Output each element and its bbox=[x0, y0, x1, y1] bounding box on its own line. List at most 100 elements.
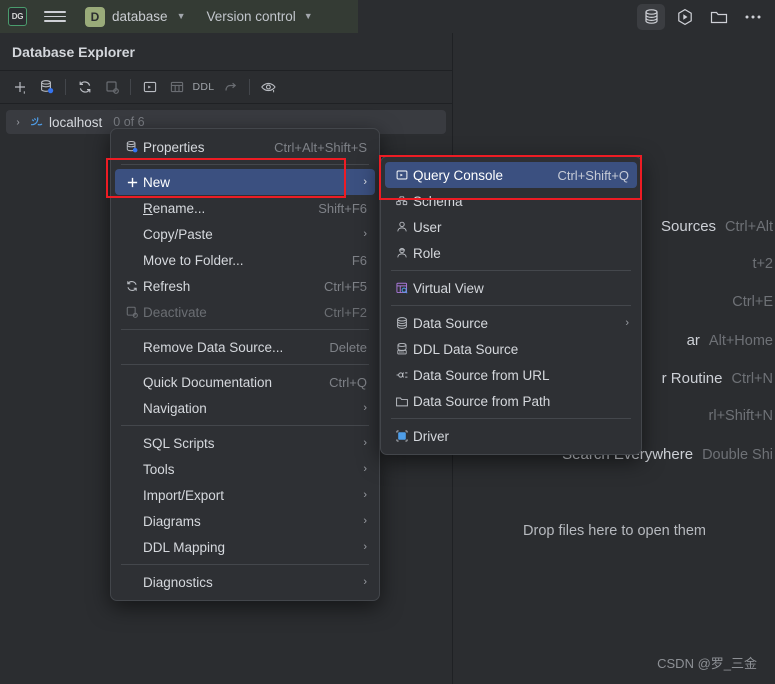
app-window: DG D database ▼ Version control ▼ Source… bbox=[0, 0, 775, 684]
submenu-item-virtual-view[interactable]: Virtual View bbox=[385, 275, 637, 301]
query-console-icon bbox=[391, 168, 413, 182]
menu-separator bbox=[121, 364, 369, 365]
menu-item-import-export[interactable]: Import/Export › bbox=[115, 482, 375, 508]
chevron-right-icon: › bbox=[363, 541, 367, 553]
submenu-item-label: Schema bbox=[413, 193, 463, 209]
chevron-right-icon: › bbox=[363, 228, 367, 240]
refresh-icon bbox=[121, 279, 143, 293]
submenu-item-data-source[interactable]: Data Source › bbox=[385, 310, 637, 336]
hamburger-icon[interactable] bbox=[44, 6, 66, 28]
folder-icon[interactable] bbox=[705, 4, 733, 30]
title-bar-right-group bbox=[637, 0, 767, 33]
toolbar-separator bbox=[65, 79, 66, 95]
chevron-right-icon: › bbox=[363, 176, 367, 188]
driver-icon bbox=[391, 429, 413, 443]
menu-item-shortcut: Delete bbox=[329, 339, 367, 355]
menu-item-label: Properties bbox=[143, 139, 205, 155]
menu-item-move-to-folder[interactable]: Move to Folder... F6 bbox=[115, 247, 375, 273]
chevron-down-icon: ▼ bbox=[303, 11, 313, 21]
mysql-dolphin-icon bbox=[29, 115, 44, 130]
url-icon bbox=[391, 368, 413, 382]
new-submenu: Query Console Ctrl+Shift+Q Schema User R… bbox=[380, 156, 642, 455]
run-icon[interactable] bbox=[671, 4, 699, 30]
submenu-item-user[interactable]: User bbox=[385, 214, 637, 240]
submenu-item-label: Data Source from URL bbox=[413, 367, 550, 383]
project-name-label: database bbox=[112, 9, 168, 24]
menu-item-ddl-mapping[interactable]: DDL Mapping › bbox=[115, 534, 375, 560]
submenu-item-shortcut: Ctrl+Shift+Q bbox=[557, 167, 629, 183]
menu-item-navigation[interactable]: Navigation › bbox=[115, 395, 375, 421]
refresh-icon[interactable] bbox=[71, 74, 98, 100]
menu-item-new[interactable]: New › bbox=[115, 169, 375, 195]
submenu-item-driver[interactable]: Driver bbox=[385, 423, 637, 449]
hint-action-label: r Routine bbox=[661, 370, 723, 387]
menu-separator bbox=[121, 164, 369, 165]
menu-item-label: New bbox=[143, 174, 171, 190]
menu-separator bbox=[121, 425, 369, 426]
title-bar: DG D database ▼ Version control ▼ bbox=[0, 0, 775, 33]
menu-item-sql-scripts[interactable]: SQL Scripts › bbox=[115, 430, 375, 456]
folder-icon bbox=[391, 395, 413, 408]
database-explorer-toolbar: DDL bbox=[0, 71, 452, 104]
submenu-item-ddl-data-source[interactable]: DDL DDL Data Source bbox=[385, 336, 637, 362]
user-icon bbox=[391, 220, 413, 234]
menu-item-properties[interactable]: Properties Ctrl+Alt+Shift+S bbox=[115, 134, 375, 160]
add-icon[interactable] bbox=[6, 74, 33, 100]
menu-item-label: Remove Data Source... bbox=[143, 339, 284, 355]
submenu-item-schema[interactable]: Schema bbox=[385, 188, 637, 214]
submenu-item-role[interactable]: Role bbox=[385, 240, 637, 266]
data-source-properties-icon[interactable] bbox=[33, 74, 60, 100]
menu-item-rename[interactable]: Rename... Shift+F6 bbox=[115, 195, 375, 221]
hint-key-label: Alt+Home bbox=[708, 333, 773, 349]
menu-separator bbox=[391, 270, 631, 271]
database-explorer-header: Database Explorer bbox=[0, 33, 452, 71]
eye-icon[interactable] bbox=[255, 74, 282, 100]
menu-item-diagrams[interactable]: Diagrams › bbox=[115, 508, 375, 534]
menu-item-tools[interactable]: Tools › bbox=[115, 456, 375, 482]
role-icon bbox=[391, 246, 413, 260]
chevron-right-icon: › bbox=[363, 489, 367, 501]
menu-item-label: Navigation bbox=[143, 400, 207, 416]
chevron-right-icon: › bbox=[363, 463, 367, 475]
submenu-item-label: Driver bbox=[413, 428, 449, 444]
submenu-item-label: Data Source bbox=[413, 315, 489, 331]
menu-item-quick-documentation[interactable]: Quick Documentation Ctrl+Q bbox=[115, 369, 375, 395]
toolbar-separator bbox=[249, 79, 250, 95]
submenu-item-label: Role bbox=[413, 245, 441, 261]
menu-item-label-text: ename... bbox=[152, 200, 206, 216]
menu-item-label: Diagrams bbox=[143, 513, 201, 529]
menu-item-shortcut: Ctrl+Alt+Shift+S bbox=[274, 139, 367, 155]
menu-item-diagnostics[interactable]: Diagnostics › bbox=[115, 569, 375, 595]
menu-item-label: Diagnostics bbox=[143, 574, 213, 590]
virtual-view-icon bbox=[391, 281, 413, 295]
chevron-right-icon: › bbox=[625, 317, 629, 329]
tree-item-label: localhost bbox=[49, 114, 103, 130]
chevron-right-icon[interactable]: › bbox=[12, 117, 24, 128]
toolbar-separator bbox=[130, 79, 131, 95]
submenu-item-query-console[interactable]: Query Console Ctrl+Shift+Q bbox=[385, 162, 637, 188]
chevron-right-icon: › bbox=[363, 402, 367, 414]
hint-action-label: ar bbox=[686, 332, 700, 349]
menu-item-label: DDL Mapping bbox=[143, 539, 226, 555]
ddl-icon[interactable]: DDL bbox=[190, 74, 217, 100]
svg-text:DDL: DDL bbox=[399, 350, 405, 354]
drop-files-hint: Drop files here to open them bbox=[523, 523, 706, 539]
database-icon[interactable] bbox=[637, 3, 665, 30]
menu-item-refresh[interactable]: Refresh Ctrl+F5 bbox=[115, 273, 375, 299]
hint-key-label: Ctrl+Alt bbox=[725, 219, 773, 235]
query-console-icon[interactable] bbox=[136, 74, 163, 100]
submenu-item-data-source-from-path[interactable]: Data Source from Path bbox=[385, 388, 637, 414]
submenu-item-data-source-from-url[interactable]: Data Source from URL bbox=[385, 362, 637, 388]
version-control-selector[interactable]: Version control ▼ bbox=[206, 9, 312, 24]
jump-to-icon bbox=[217, 74, 244, 100]
menu-item-remove-data-source[interactable]: Remove Data Source... Delete bbox=[115, 334, 375, 360]
more-icon[interactable] bbox=[739, 4, 767, 30]
menu-item-deactivate: Deactivate Ctrl+F2 bbox=[115, 299, 375, 325]
menu-item-label: Import/Export bbox=[143, 487, 225, 503]
project-selector[interactable]: D database ▼ bbox=[85, 6, 185, 27]
version-control-label: Version control bbox=[206, 9, 296, 24]
menu-item-shortcut: F6 bbox=[351, 252, 367, 268]
menu-item-label: Copy/Paste bbox=[143, 226, 213, 242]
menu-item-label: Deactivate bbox=[143, 304, 207, 320]
menu-item-copy-paste[interactable]: Copy/Paste › bbox=[115, 221, 375, 247]
